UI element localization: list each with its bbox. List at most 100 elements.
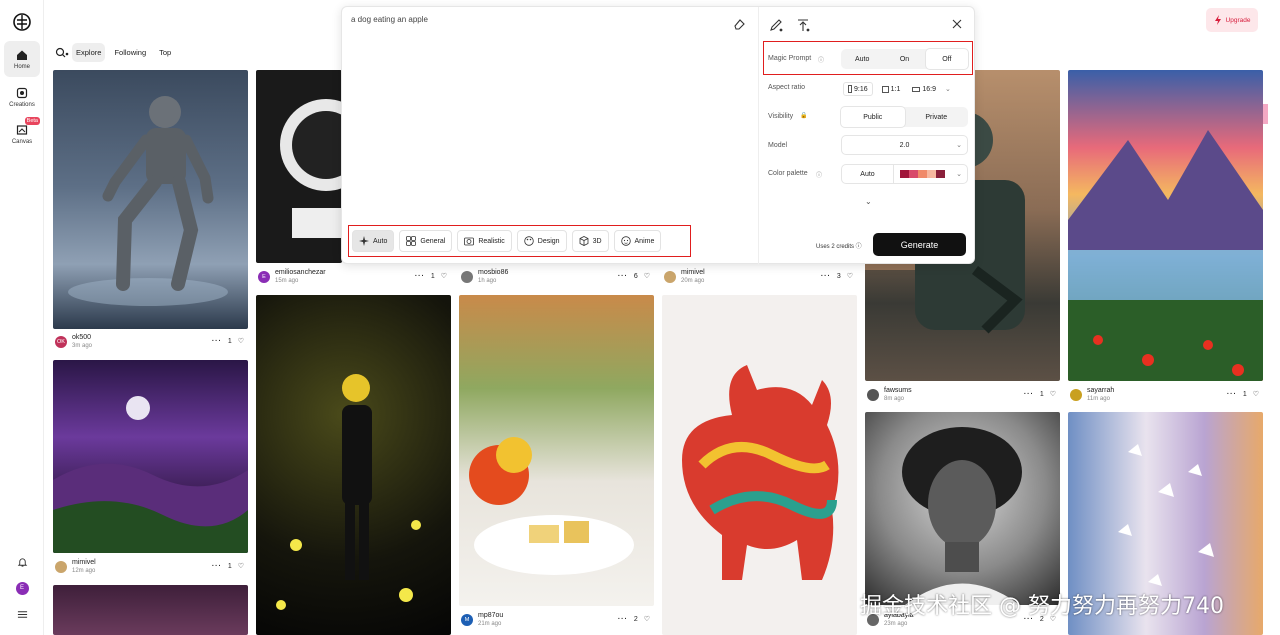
visibility-label: Visibility <box>768 113 794 120</box>
like-count: 1 <box>227 562 232 570</box>
palette-icon <box>524 236 534 246</box>
username[interactable]: mp87ou <box>478 612 503 620</box>
feed-image[interactable] <box>1068 70 1263 381</box>
username[interactable]: sayarrah <box>1087 387 1114 395</box>
username[interactable]: mimivel <box>681 269 705 277</box>
upgrade-button[interactable]: Upgrade <box>1206 8 1258 32</box>
logo-icon[interactable] <box>12 12 32 32</box>
menu-icon[interactable] <box>15 607 29 621</box>
visibility-private[interactable]: Private <box>905 107 969 127</box>
aspect-ratio-16-9[interactable]: 16:9 <box>909 84 939 95</box>
username[interactable]: fawsums <box>884 387 912 395</box>
username[interactable]: emiliosanchezar <box>275 269 326 277</box>
info-icon[interactable]: ⓘ <box>816 170 822 179</box>
heart-icon[interactable]: ♡ <box>1253 390 1259 398</box>
visibility-toggle: Public Private <box>841 107 968 127</box>
info-icon[interactable]: ⓘ <box>818 55 824 64</box>
like-count: 3 <box>836 272 841 280</box>
style-3d-button[interactable]: 3D <box>571 230 609 252</box>
like-count: 1 <box>1242 390 1247 398</box>
tab-following[interactable]: Following <box>110 43 150 62</box>
aspect-ratio-9-16[interactable]: 9:16 <box>843 82 873 96</box>
more-icon[interactable]: ··· <box>415 273 425 280</box>
pen-icon[interactable] <box>769 18 783 32</box>
style-design-button[interactable]: Design <box>516 230 567 252</box>
model-select[interactable]: 2.0 ⌄ <box>841 135 968 155</box>
heart-icon[interactable]: ♡ <box>238 562 244 570</box>
avatar[interactable]: M <box>461 614 473 626</box>
list-item: OK ok500 3m ago ··· 1 ♡ <box>55 332 248 352</box>
heart-icon[interactable]: ♡ <box>644 272 650 280</box>
canvas-icon <box>16 124 28 135</box>
avatar[interactable]: OK <box>55 336 67 348</box>
color-palette-select[interactable]: Auto ⌄ <box>841 164 968 184</box>
sidebar-item-canvas[interactable]: Canvas Beta <box>4 116 40 152</box>
feed-image[interactable] <box>53 360 248 553</box>
eraser-icon[interactable] <box>733 18 745 30</box>
color-palette-auto[interactable]: Auto <box>842 165 894 183</box>
list-item: mosbio86 1h ago ··· 6 ♡ <box>461 267 654 287</box>
avatar[interactable]: E <box>258 271 270 283</box>
feed-image[interactable] <box>53 585 248 635</box>
style-auto-button[interactable]: Auto <box>352 230 395 252</box>
bell-icon[interactable] <box>15 555 29 569</box>
heart-icon[interactable]: ♡ <box>1050 390 1056 398</box>
color-swatches[interactable] <box>900 170 945 178</box>
style-realistic-button[interactable]: Realistic <box>457 230 512 252</box>
feed-image[interactable] <box>256 70 342 263</box>
tab-explore[interactable]: Explore <box>72 43 106 62</box>
tab-top[interactable]: Top <box>155 43 175 62</box>
prompt-input[interactable]: a dog eating an apple <box>351 15 428 24</box>
list-item: E emiliosanchezar 15m ago ··· 1 ♡ <box>258 267 451 287</box>
heart-icon[interactable]: ♡ <box>441 272 447 280</box>
more-icon[interactable]: ··· <box>618 616 628 623</box>
avatar[interactable] <box>664 271 676 283</box>
sidebar-item-creations[interactable]: Creations <box>4 79 40 115</box>
avatar[interactable] <box>55 561 67 573</box>
creations-icon <box>16 87 28 98</box>
feed-image[interactable] <box>53 70 248 329</box>
avatar[interactable]: E <box>15 581 29 595</box>
feed-image[interactable] <box>459 295 654 606</box>
chevron-down-icon[interactable]: ⌄ <box>945 85 951 93</box>
username[interactable]: mosbio86 <box>478 269 508 277</box>
heart-icon[interactable]: ♡ <box>238 337 244 345</box>
more-icon[interactable]: ··· <box>212 338 222 345</box>
expand-chevron-icon[interactable]: ⌄ <box>865 197 872 206</box>
avatar[interactable] <box>1070 389 1082 401</box>
chevron-down-icon: ⌄ <box>956 171 962 178</box>
aspect-ratio-1-1[interactable]: 1:1 <box>879 84 904 95</box>
magic-prompt-auto[interactable]: Auto <box>841 49 883 69</box>
upload-icon[interactable] <box>796 18 810 32</box>
heart-icon[interactable]: ♡ <box>847 272 853 280</box>
search-icon[interactable] <box>55 47 69 59</box>
more-icon[interactable]: ··· <box>212 563 222 570</box>
more-icon[interactable]: ··· <box>821 273 831 280</box>
more-icon[interactable]: ··· <box>1227 391 1237 398</box>
sidebar-item-home[interactable]: Home <box>4 41 40 77</box>
feed-image[interactable] <box>662 295 857 635</box>
list-item: mimivel 12m ago ··· 1 ♡ <box>55 557 248 577</box>
username[interactable]: mimivel <box>72 559 96 567</box>
like-count: 2 <box>633 615 638 623</box>
more-icon[interactable]: ··· <box>1024 391 1034 398</box>
style-anime-button[interactable]: Anime <box>613 230 662 252</box>
avatar[interactable] <box>461 271 473 283</box>
close-icon[interactable] <box>952 19 962 29</box>
list-item: M mp87ou 21m ago ··· 2 ♡ <box>461 610 654 630</box>
magic-prompt-on[interactable]: On <box>883 49 925 69</box>
feed-image[interactable] <box>256 295 451 635</box>
heart-icon[interactable]: ♡ <box>644 615 650 623</box>
visibility-public[interactable]: Public <box>841 107 905 127</box>
timestamp: 8m ago <box>884 396 905 402</box>
cube-icon <box>579 236 588 246</box>
magic-prompt-off[interactable]: Off <box>925 49 968 69</box>
sidebar: Home Creations Canvas Beta E <box>0 0 44 635</box>
like-count: 6 <box>633 272 638 280</box>
feed-image[interactable] <box>865 412 1060 605</box>
style-general-button[interactable]: General <box>399 230 453 252</box>
more-icon[interactable]: ··· <box>618 273 628 280</box>
avatar[interactable] <box>867 389 879 401</box>
generate-button[interactable]: Generate <box>873 233 966 256</box>
username[interactable]: ok500 <box>72 334 92 342</box>
